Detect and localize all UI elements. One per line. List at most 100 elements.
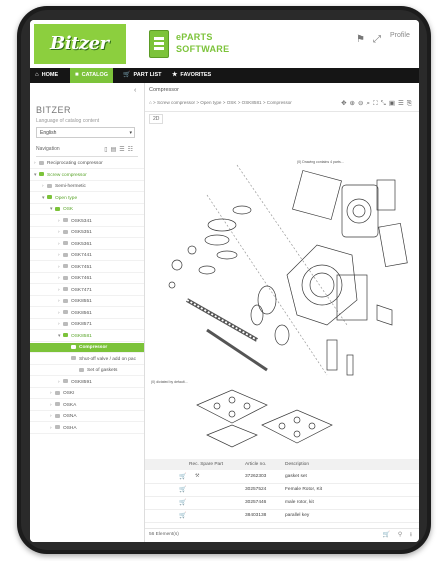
parts-table-header: Rec. Spare Part Article no. Description: [145, 459, 419, 470]
drawing-note-top: (0) Drawing contains 4 parts...: [297, 160, 344, 164]
tree-item[interactable]: › OSNA: [30, 412, 144, 422]
language-label: Language of catalog content: [36, 118, 100, 124]
tree-item-label: OSK5341: [71, 218, 92, 224]
brand-logo[interactable]: Bitzer: [34, 24, 126, 64]
tree-item[interactable]: › OSK5351: [30, 228, 144, 238]
tree-item[interactable]: › OSK7471: [30, 286, 144, 296]
tree-item-label: Screw compressor: [47, 172, 87, 178]
tree-item[interactable]: › OSK8571: [30, 320, 144, 330]
tree-item[interactable]: › OSK8561: [30, 309, 144, 319]
folder-icon: [63, 310, 68, 315]
tree-item[interactable]: › OSK8551: [30, 297, 144, 307]
header: Bitzer ePARTS SOFTWARE ⚑ ⤢ Profile: [30, 20, 419, 69]
tree-item-label: OSK5351: [71, 230, 92, 235]
part-description: parallel key: [285, 513, 310, 518]
tree-item-label: OSK8591: [71, 379, 92, 385]
add-to-cart-icon[interactable]: 🛒: [179, 497, 186, 509]
tree-item-label: Set of gaskets: [87, 368, 118, 373]
navigation-label: Navigation: [36, 146, 60, 152]
part-description: gasket set: [285, 474, 307, 479]
viewer-tools[interactable]: ✥⊕⊖⌕⛶⤡▣☰⎘: [341, 99, 415, 108]
folder-icon: [39, 160, 44, 165]
tree-item[interactable]: › OSHA: [30, 424, 144, 434]
tree-item-label: Shut-off valve / add on pac: [79, 356, 136, 362]
table-row[interactable]: 🛒 ⚒ 37262303 gasket set: [145, 471, 419, 484]
cart-icon: 🛒: [123, 72, 131, 78]
tree-item-label: OSK7451: [71, 264, 92, 270]
tree-item-label: OSNA: [63, 414, 77, 419]
profile-link[interactable]: Profile: [390, 32, 410, 39]
nav-part-list-label: PART LIST: [133, 72, 162, 78]
add-to-cart-icon[interactable]: 🛒: [179, 510, 186, 522]
column-description[interactable]: Description: [285, 459, 309, 470]
tree-item[interactable]: › Reciprocating compressor: [30, 159, 144, 169]
tree-item[interactable]: ▾ OSK8581: [30, 332, 144, 342]
sidebar: ‹ BITZER Language of catalog content Eng…: [30, 83, 145, 542]
tab-2d[interactable]: 2D: [149, 114, 164, 124]
table-row[interactable]: 🛒 38403138 parallel key: [145, 510, 419, 523]
tree-item[interactable]: › OSKI: [30, 389, 144, 399]
tree-item[interactable]: › OSK7451: [30, 263, 144, 273]
exploded-view-drawing[interactable]: (0) Drawing contains 4 parts... (0) dict…: [147, 125, 415, 453]
part-description: male rotor, kit: [285, 500, 314, 505]
tree-item-label: OSK7461: [71, 276, 92, 281]
tree-item[interactable]: › Semi-hermetic: [30, 182, 144, 192]
tree-item[interactable]: › OSK5341: [30, 217, 144, 227]
tree-item[interactable]: ▾ OSK: [30, 205, 144, 215]
home-icon: ⌂: [35, 72, 39, 78]
tree-item[interactable]: › OSKA: [30, 401, 144, 411]
tree-item[interactable]: Set of gaskets: [30, 366, 144, 376]
main-nav: ⌂ HOME ■ CATALOG 🛒 PART LIST ★ FAVORITES: [30, 68, 419, 83]
tree-item[interactable]: Shut-off valve / add on pac: [30, 355, 144, 365]
tree-item[interactable]: › OSK7441: [30, 251, 144, 261]
chevron-down-icon: ▾: [129, 130, 132, 136]
app-screen: Bitzer ePARTS SOFTWARE ⚑ ⤢ Profile ⌂ HOME…: [30, 20, 419, 542]
tree-item[interactable]: Compressor: [30, 343, 144, 353]
article-number[interactable]: 38403138: [245, 510, 266, 522]
tree-item[interactable]: › OSK5361: [30, 240, 144, 250]
add-to-cart-icon[interactable]: 🛒: [179, 471, 186, 483]
tree-item[interactable]: › OSK7461: [30, 274, 144, 284]
folder-icon: [47, 195, 52, 200]
column-article-no[interactable]: Article no.: [245, 459, 266, 470]
tree-item-label: OSK7441: [71, 253, 92, 258]
nav-favorites[interactable]: ★ FAVORITES: [167, 68, 216, 83]
tree-item[interactable]: ▾ Open type: [30, 194, 144, 204]
language-value: English: [40, 130, 57, 136]
spare-part-icon: ⚒: [195, 474, 200, 479]
tree-item-label: OSK7471: [71, 287, 92, 293]
article-number[interactable]: 37262303: [245, 471, 266, 483]
nav-catalog[interactable]: ■ CATALOG: [70, 68, 113, 83]
nav-part-list[interactable]: 🛒 PART LIST: [118, 68, 167, 83]
element-count: 56 Element(s): [149, 532, 179, 537]
brand-logo-text: Bitzer: [50, 33, 109, 54]
main-panel: Compressor ⌂ > Screw compressor > Open t…: [145, 83, 419, 542]
folder-icon: [71, 356, 76, 361]
table-row[interactable]: 🛒 30257446 male rotor, kit: [145, 497, 419, 510]
product-name-line2: SOFTWARE: [176, 44, 230, 54]
fullscreen-icon[interactable]: ⤢: [373, 34, 381, 45]
column-rec-spare-part[interactable]: Rec. Spare Part: [189, 459, 223, 470]
collapse-sidebar-icon[interactable]: ‹: [134, 87, 136, 94]
tree-item-label: OSHA: [63, 425, 77, 431]
folder-icon: [71, 344, 76, 349]
table-footer-tools[interactable]: 🛒 ⚲ ⭳: [383, 529, 415, 541]
tree-item[interactable]: ▾ Screw compressor: [30, 171, 144, 181]
drawing-note-left: (0) dictated by default...: [151, 380, 188, 384]
nav-home[interactable]: ⌂ HOME: [30, 68, 63, 83]
nav-catalog-label: CATALOG: [81, 72, 108, 78]
table-row[interactable]: 🛒 30257524 Female Rotor, Kit: [145, 484, 419, 497]
tree-item-label: OSK8581: [71, 333, 92, 339]
breadcrumb[interactable]: ⌂ > Screw compressor > Open type > OSK >…: [149, 100, 292, 105]
folder-icon: [63, 287, 68, 292]
navigation-tools[interactable]: ▯▤☰☷: [104, 146, 136, 153]
tree-item[interactable]: › OSK8591: [30, 378, 144, 388]
flag-icon[interactable]: ⚑: [356, 34, 365, 45]
language-select[interactable]: English ▾: [36, 127, 135, 138]
nav-home-label: HOME: [41, 72, 59, 78]
article-number[interactable]: 30257446: [245, 497, 266, 509]
folder-icon: [55, 425, 60, 430]
add-to-cart-icon[interactable]: 🛒: [179, 484, 186, 496]
folder-icon: [63, 379, 68, 384]
article-number[interactable]: 30257524: [245, 484, 266, 496]
